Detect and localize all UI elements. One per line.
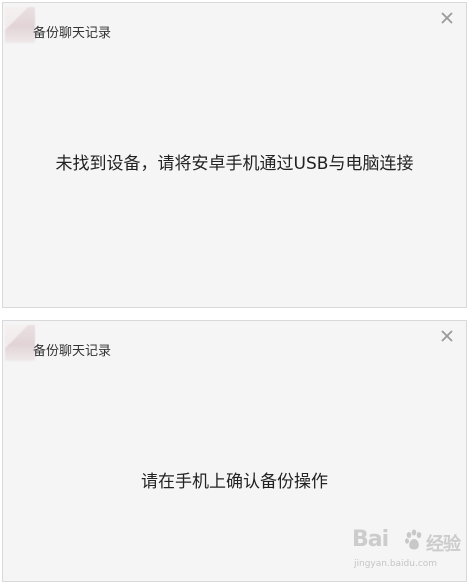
confirm-on-phone-message: 请在手机上确认备份操作: [141, 472, 328, 492]
watermark-brand-left: Bai: [352, 527, 389, 552]
close-icon: [441, 330, 453, 342]
app-logo-icon: [5, 325, 35, 361]
watermark-url: jingyan.baidu.com: [354, 559, 438, 569]
close-button[interactable]: [438, 9, 456, 27]
dialog-title-bar[interactable]: 备份聊天记录: [3, 3, 466, 53]
app-logo-icon: [5, 7, 35, 43]
close-button[interactable]: [438, 327, 456, 345]
baidu-jingyan-watermark: Bai 经验 jingyan.baidu.com: [352, 527, 462, 579]
close-icon: [441, 12, 453, 24]
no-device-message: 未找到设备，请将安卓手机通过USB与电脑连接: [55, 154, 414, 174]
backup-dialog-confirm: 备份聊天记录 请在手机上确认备份操作 Bai 经验 jingyan.baidu.…: [2, 320, 467, 582]
watermark-brand-right: 经验: [426, 534, 461, 555]
backup-dialog-no-device: 备份聊天记录 未找到设备，请将安卓手机通过USB与电脑连接: [2, 2, 467, 308]
dialog-title: 备份聊天记录: [33, 344, 112, 359]
dialog-title: 备份聊天记录: [33, 26, 112, 41]
dialog-title-bar[interactable]: 备份聊天记录: [3, 321, 466, 371]
baidu-paw-icon: [405, 529, 422, 550]
